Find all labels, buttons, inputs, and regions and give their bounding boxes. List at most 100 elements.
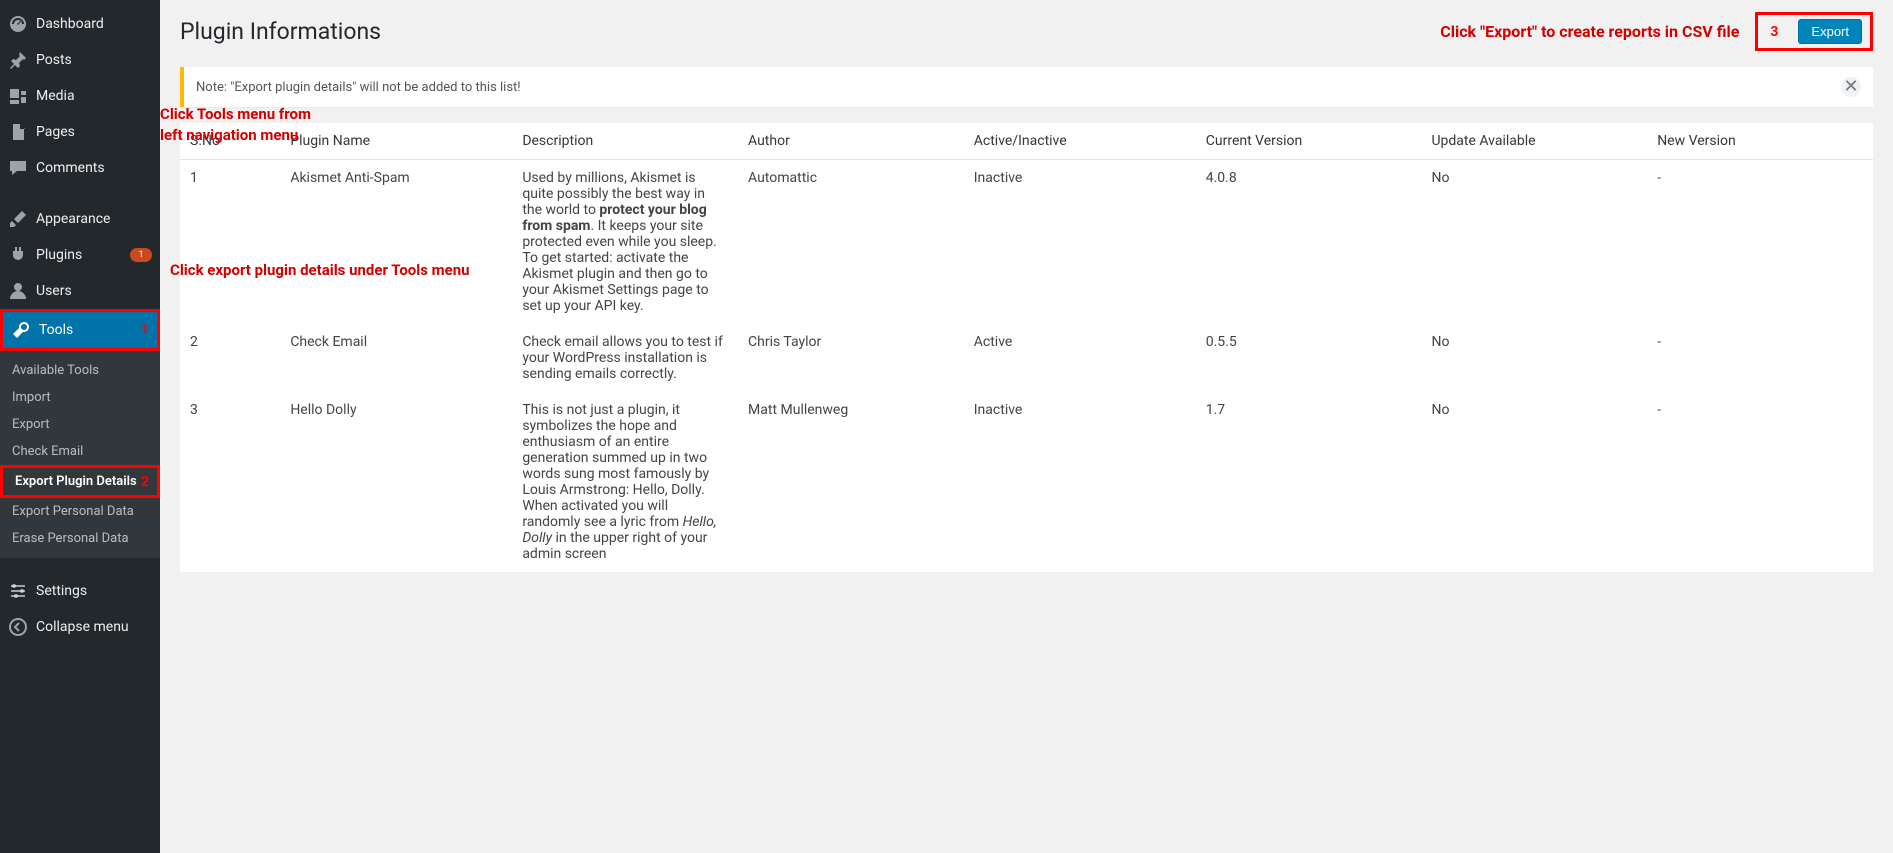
submenu-export[interactable]: Export bbox=[0, 411, 160, 438]
collapse-label: Collapse menu bbox=[36, 619, 152, 635]
sidebar-item-label: Plugins bbox=[36, 247, 126, 263]
cell-sno: 1 bbox=[180, 160, 280, 325]
cell-author: Automattic bbox=[738, 160, 964, 325]
close-icon: ✕ bbox=[1843, 78, 1858, 96]
col-status: Active/Inactive bbox=[964, 123, 1196, 160]
sidebar-item-label: Tools bbox=[39, 322, 149, 338]
media-icon bbox=[8, 86, 28, 106]
cell-description: Check email allows you to test if your W… bbox=[512, 324, 738, 392]
comment-icon bbox=[8, 158, 28, 178]
sidebar-item-dashboard[interactable]: Dashboard bbox=[0, 6, 160, 42]
submenu-label: Erase Personal Data bbox=[12, 531, 129, 546]
sliders-icon bbox=[8, 581, 28, 601]
sidebar-item-posts[interactable]: Posts bbox=[0, 42, 160, 78]
table-row: 2Check EmailCheck email allows you to te… bbox=[180, 324, 1873, 392]
annotation-number-1: 1 bbox=[141, 322, 149, 338]
cell-update: No bbox=[1421, 324, 1647, 392]
menu-separator bbox=[0, 563, 160, 568]
submenu-export-personal-data[interactable]: Export Personal Data bbox=[0, 498, 160, 525]
cell-name: Akismet Anti-Spam bbox=[280, 160, 512, 325]
cell-name: Check Email bbox=[280, 324, 512, 392]
submenu-erase-personal-data[interactable]: Erase Personal Data bbox=[0, 525, 160, 552]
cell-status: Inactive bbox=[964, 392, 1196, 572]
cell-version: 0.5.5 bbox=[1196, 324, 1422, 392]
sidebar-item-tools[interactable]: Tools 1 bbox=[3, 312, 157, 348]
sidebar-item-label: Users bbox=[36, 283, 152, 299]
user-icon bbox=[8, 281, 28, 301]
sidebar-item-comments[interactable]: Comments bbox=[0, 150, 160, 186]
sidebar-item-label: Appearance bbox=[36, 211, 152, 227]
cell-author: Matt Mullenweg bbox=[738, 392, 964, 572]
cell-description: This is not just a plugin, it symbolizes… bbox=[512, 392, 738, 572]
plugin-update-badge: 1 bbox=[130, 248, 152, 262]
submenu-available-tools[interactable]: Available Tools bbox=[0, 357, 160, 384]
submenu-label: Check Email bbox=[12, 444, 83, 459]
plug-icon bbox=[8, 245, 28, 265]
submenu-label: Export bbox=[12, 417, 50, 432]
page-header: Plugin Informations Click "Export" to cr… bbox=[180, 0, 1873, 67]
col-description: Description bbox=[512, 123, 738, 160]
sidebar-item-label: Comments bbox=[36, 160, 152, 176]
sidebar-item-appearance[interactable]: Appearance bbox=[0, 201, 160, 237]
table-row: 3Hello DollyThis is not just a plugin, i… bbox=[180, 392, 1873, 572]
pages-icon bbox=[8, 122, 28, 142]
cell-newver: - bbox=[1647, 392, 1873, 572]
submenu-label: Export Plugin Details bbox=[15, 474, 137, 489]
menu-separator bbox=[0, 191, 160, 196]
cell-version: 1.7 bbox=[1196, 392, 1422, 572]
cell-newver: - bbox=[1647, 160, 1873, 325]
cell-version: 4.0.8 bbox=[1196, 160, 1422, 325]
submenu-label: Import bbox=[12, 390, 51, 405]
sidebar-item-label: Dashboard bbox=[36, 16, 152, 32]
tools-submenu: Available Tools Import Export Check Emai… bbox=[0, 351, 160, 558]
sidebar-item-settings[interactable]: Settings bbox=[0, 573, 160, 609]
sidebar-item-label: Posts bbox=[36, 52, 152, 68]
col-author: Author bbox=[738, 123, 964, 160]
col-newver: New Version bbox=[1647, 123, 1873, 160]
annotation-text-1: Click Tools menu from left navigation me… bbox=[160, 104, 330, 146]
page-title: Plugin Informations bbox=[180, 18, 381, 45]
submenu-check-email[interactable]: Check Email bbox=[0, 438, 160, 465]
submenu-import[interactable]: Import bbox=[0, 384, 160, 411]
annotation-box-3: 3 Export bbox=[1755, 12, 1873, 51]
cell-author: Chris Taylor bbox=[738, 324, 964, 392]
cell-update: No bbox=[1421, 160, 1647, 325]
dismiss-notice-button[interactable]: ✕ bbox=[1841, 77, 1861, 97]
annotation-text-2: Click export plugin details under Tools … bbox=[170, 260, 470, 281]
plugin-table: S.No Plugin Name Description Author Acti… bbox=[180, 123, 1873, 572]
cell-status: Active bbox=[964, 324, 1196, 392]
annotation-box-1: Tools 1 bbox=[0, 309, 160, 351]
sidebar-item-label: Media bbox=[36, 88, 152, 104]
notice-warning: Note: "Export plugin details" will not b… bbox=[180, 67, 1873, 107]
notice-text: Note: "Export plugin details" will not b… bbox=[196, 80, 1841, 95]
cell-sno: 3 bbox=[180, 392, 280, 572]
export-button[interactable]: Export bbox=[1798, 19, 1862, 44]
dashboard-icon bbox=[8, 14, 28, 34]
submenu-label: Available Tools bbox=[12, 363, 99, 378]
sidebar-item-pages[interactable]: Pages bbox=[0, 114, 160, 150]
collapse-menu[interactable]: Collapse menu bbox=[0, 609, 160, 645]
cell-newver: - bbox=[1647, 324, 1873, 392]
sidebar-item-media[interactable]: Media bbox=[0, 78, 160, 114]
col-update: Update Available bbox=[1421, 123, 1647, 160]
main-content: Click Tools menu from left navigation me… bbox=[160, 0, 1893, 853]
sidebar-item-label: Pages bbox=[36, 124, 152, 140]
wrench-icon bbox=[11, 320, 31, 340]
sidebar-item-label: Settings bbox=[36, 583, 152, 599]
cell-name: Hello Dolly bbox=[280, 392, 512, 572]
sidebar-item-users[interactable]: Users bbox=[0, 273, 160, 309]
annotation-number-3: 3 bbox=[1770, 24, 1778, 40]
pin-icon bbox=[8, 50, 28, 70]
sidebar-item-plugins[interactable]: Plugins 1 bbox=[0, 237, 160, 273]
brush-icon bbox=[8, 209, 28, 229]
cell-sno: 2 bbox=[180, 324, 280, 392]
table-header-row: S.No Plugin Name Description Author Acti… bbox=[180, 123, 1873, 160]
submenu-export-plugin-details[interactable]: Export Plugin Details 2 bbox=[3, 468, 157, 495]
submenu-label: Export Personal Data bbox=[12, 504, 134, 519]
col-version: Current Version bbox=[1196, 123, 1422, 160]
collapse-icon bbox=[8, 617, 28, 637]
cell-update: No bbox=[1421, 392, 1647, 572]
annotation-number-2: 2 bbox=[141, 474, 149, 490]
annotation-text-3: Click "Export" to create reports in CSV … bbox=[1440, 22, 1739, 41]
admin-sidebar: Dashboard Posts Media Pages Comments App… bbox=[0, 0, 160, 853]
